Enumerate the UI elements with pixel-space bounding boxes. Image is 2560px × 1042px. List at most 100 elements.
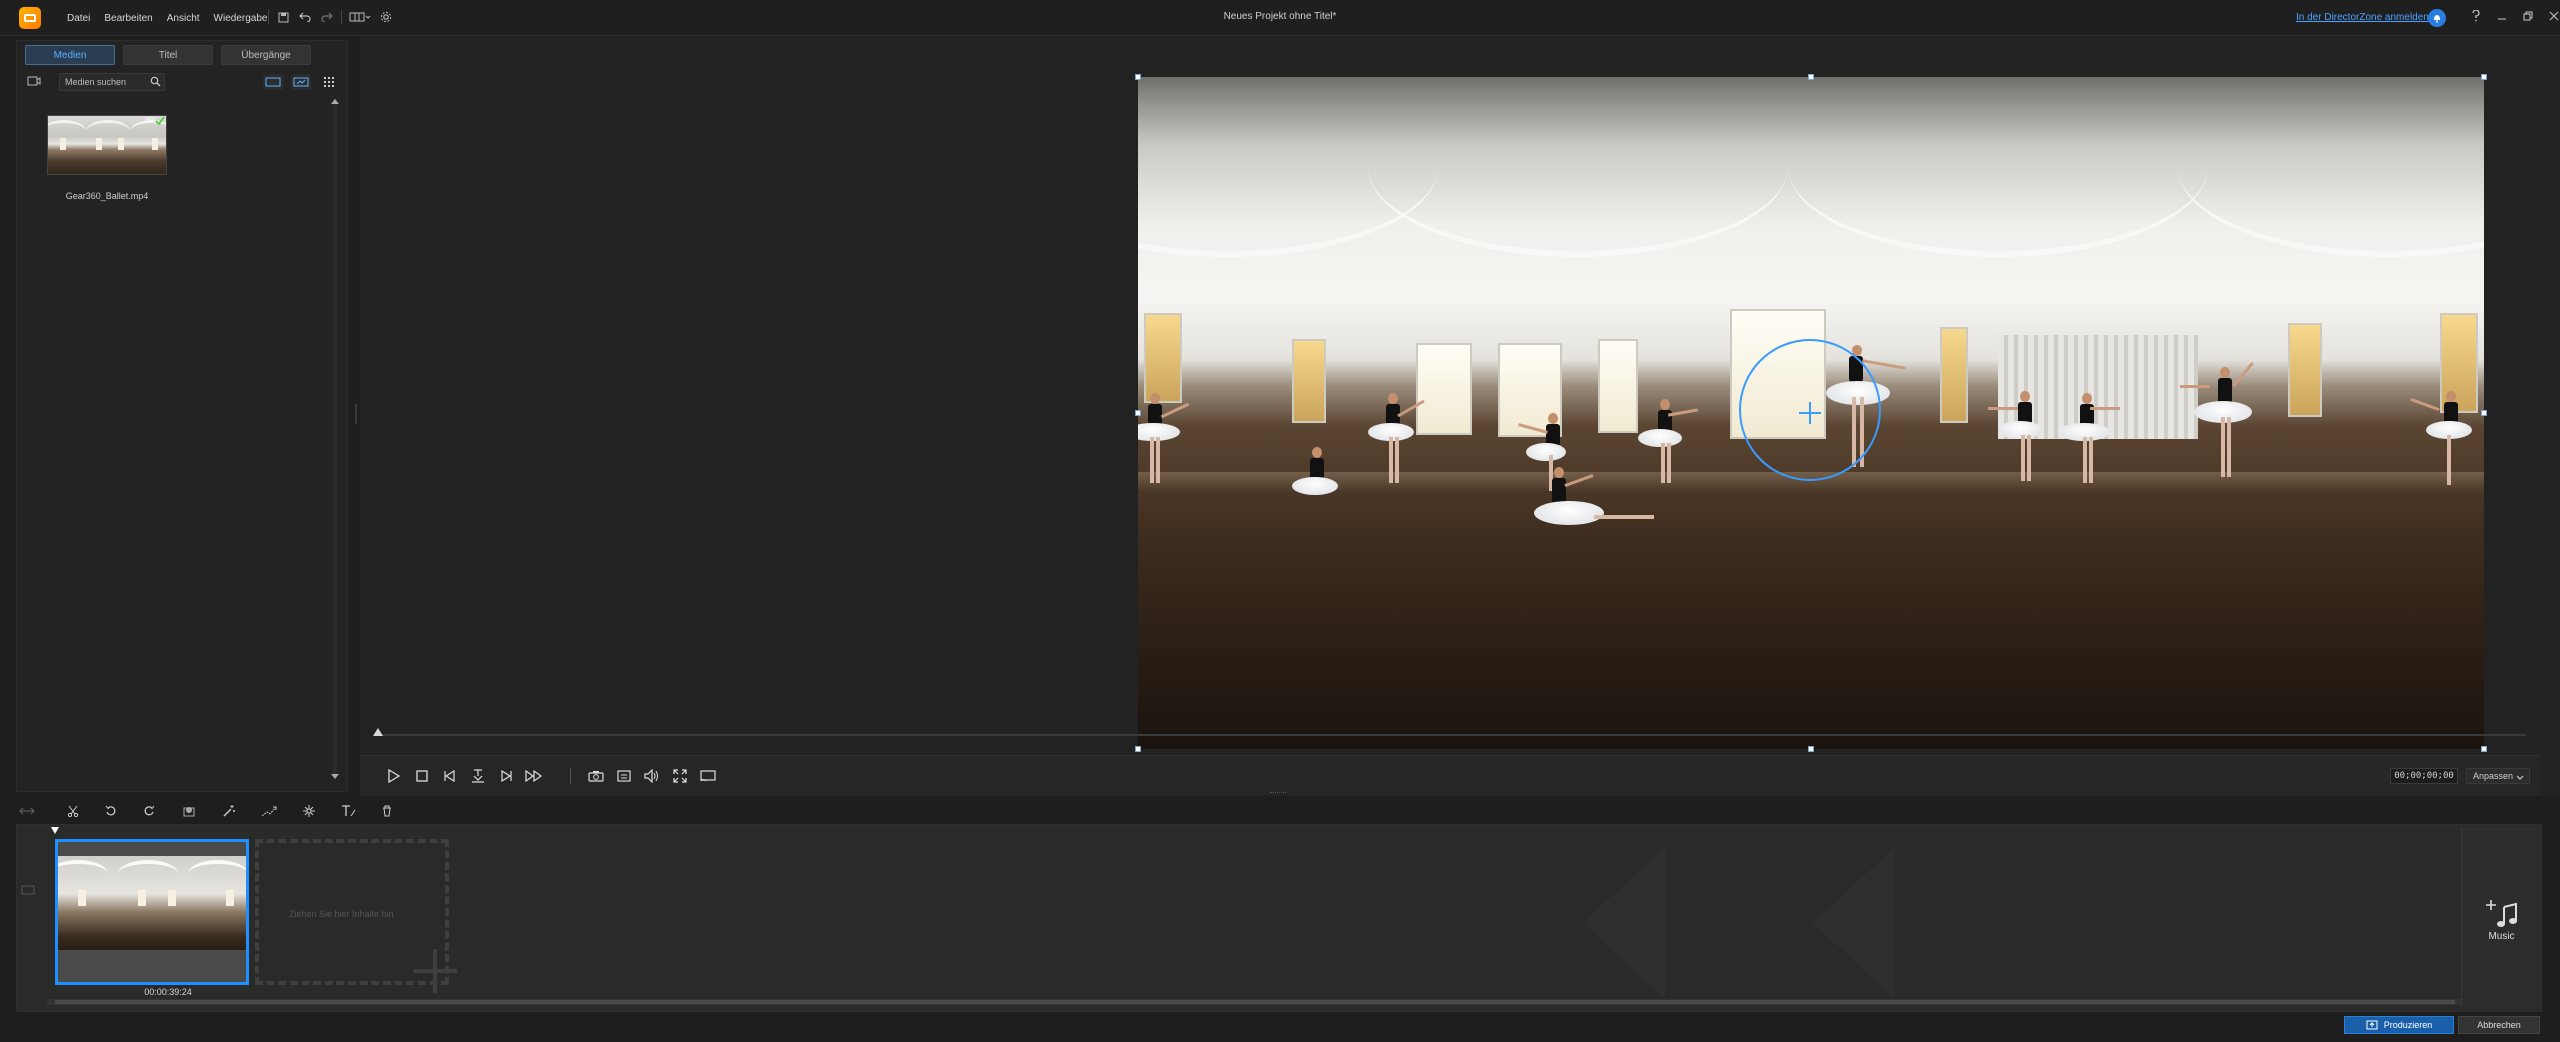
title-text-icon[interactable] bbox=[340, 802, 358, 820]
drop-hint-text: Ziehen Sie hier Inhalte hin bbox=[289, 909, 394, 919]
view-mode-toggles bbox=[263, 74, 339, 90]
zoom-fit-dropdown[interactable]: Anpassen bbox=[2466, 768, 2530, 784]
app-logo-icon[interactable] bbox=[19, 7, 41, 29]
toolbar-divider bbox=[341, 10, 342, 24]
media-library-panel: Medien Titel Übergänge Medien suchen 360… bbox=[16, 40, 348, 792]
undo-icon[interactable] bbox=[297, 9, 313, 25]
menu-bar: Datei Bearbeiten Ansicht Wiedergabe bbox=[60, 0, 274, 36]
controls-divider bbox=[570, 768, 571, 784]
horizontal-splitter[interactable] bbox=[1270, 792, 1286, 795]
previous-frame-icon[interactable] bbox=[440, 766, 460, 786]
delete-trash-icon[interactable] bbox=[378, 802, 396, 820]
menu-bearbeiten[interactable]: Bearbeiten bbox=[97, 13, 159, 24]
subtitles-icon[interactable] bbox=[614, 766, 634, 786]
rotate-right-icon[interactable] bbox=[140, 802, 158, 820]
resize-handle[interactable] bbox=[1135, 410, 1141, 416]
menu-wiedergabe[interactable]: Wiedergabe bbox=[207, 13, 275, 24]
media-filename: Gear360_Ballet.mp4 bbox=[65, 191, 149, 201]
magic-tools-icon[interactable] bbox=[220, 802, 238, 820]
fast-forward-icon[interactable] bbox=[524, 766, 544, 786]
play-icon[interactable] bbox=[384, 766, 404, 786]
drop-target-slot[interactable]: Ziehen Sie hier Inhalte hin bbox=[255, 839, 457, 993]
resize-handle[interactable] bbox=[1808, 746, 1814, 752]
stop-icon[interactable] bbox=[412, 766, 432, 786]
library-toolbar bbox=[25, 73, 345, 93]
add-music-button[interactable]: Music bbox=[2461, 827, 2541, 1009]
timeline-scrollbar[interactable] bbox=[47, 999, 2465, 1005]
in-use-check-icon bbox=[155, 116, 165, 128]
toolbar-divider bbox=[268, 10, 269, 24]
background-chevron bbox=[1813, 847, 1895, 999]
volume-icon[interactable] bbox=[642, 766, 662, 786]
music-label: Music bbox=[2488, 930, 2515, 942]
export-icon bbox=[2366, 1020, 2378, 1030]
tab-titles[interactable]: Titel bbox=[123, 45, 213, 65]
cancel-button[interactable]: Abbrechen bbox=[2458, 1016, 2540, 1034]
produce-button[interactable]: Produzieren bbox=[2344, 1016, 2454, 1034]
resize-handle[interactable] bbox=[2481, 74, 2487, 80]
timeline-playhead[interactable] bbox=[51, 827, 59, 834]
playback-controls: 00;00;00;00 Anpassen bbox=[360, 755, 2540, 795]
add-plus-icon bbox=[433, 949, 437, 993]
timeline-toolbar bbox=[16, 800, 2556, 822]
external-display-icon[interactable] bbox=[698, 766, 718, 786]
snapshot-camera-icon[interactable] bbox=[586, 766, 606, 786]
resize-handle[interactable] bbox=[2481, 746, 2487, 752]
mask-icon[interactable] bbox=[180, 802, 198, 820]
next-frame-icon[interactable] bbox=[496, 766, 516, 786]
restore-icon[interactable] bbox=[2522, 9, 2534, 23]
layout-dropdown-icon[interactable] bbox=[348, 9, 372, 25]
effects-sparkle-icon[interactable] bbox=[300, 802, 318, 820]
panel-splitter[interactable] bbox=[355, 404, 357, 424]
produce-label: Produzieren bbox=[2383, 1020, 2433, 1030]
timeline-scroll-thumb[interactable] bbox=[55, 1000, 2455, 1004]
redo-icon[interactable] bbox=[319, 9, 335, 25]
clip-thumbnail bbox=[58, 856, 246, 950]
timeline-mode-icon[interactable] bbox=[18, 802, 36, 820]
rotate-left-icon[interactable] bbox=[102, 802, 120, 820]
scrubber-head[interactable] bbox=[373, 728, 383, 736]
zoom-fit-label: Anpassen bbox=[2473, 771, 2514, 781]
media-thumbnail[interactable]: 360 bbox=[47, 115, 167, 175]
large-thumbnail-view-icon[interactable] bbox=[263, 74, 283, 90]
resize-handle[interactable] bbox=[1135, 74, 1141, 80]
media-search-input[interactable] bbox=[60, 74, 144, 90]
preview-scrubber[interactable] bbox=[376, 734, 2526, 736]
help-icon[interactable] bbox=[2470, 9, 2482, 23]
resize-handle[interactable] bbox=[1135, 746, 1141, 752]
split-scissors-icon[interactable] bbox=[64, 802, 82, 820]
split-marker-icon[interactable] bbox=[468, 766, 488, 786]
detail-view-icon[interactable] bbox=[291, 74, 311, 90]
chevron-down-icon bbox=[2516, 773, 2524, 783]
save-icon[interactable] bbox=[275, 9, 291, 25]
directorzone-signin-link[interactable]: In der DirectorZone anmelden bbox=[2296, 12, 2429, 23]
quick-toolbar bbox=[268, 9, 394, 25]
motion-path-icon[interactable] bbox=[260, 802, 278, 820]
library-scrollbar[interactable] bbox=[333, 99, 337, 775]
tab-media[interactable]: Medien bbox=[25, 45, 115, 65]
window-controls bbox=[2470, 9, 2560, 23]
video-preview[interactable] bbox=[1138, 77, 2484, 749]
music-note-icon bbox=[2485, 899, 2517, 927]
menu-ansicht[interactable]: Ansicht bbox=[160, 13, 207, 24]
resize-handle[interactable] bbox=[2481, 410, 2487, 416]
fullscreen-icon[interactable] bbox=[670, 766, 690, 786]
import-media-icon[interactable] bbox=[27, 75, 41, 90]
scroll-down-arrow-icon[interactable] bbox=[331, 774, 339, 779]
notification-bell-icon[interactable] bbox=[2428, 9, 2446, 27]
grid-view-icon[interactable] bbox=[319, 74, 339, 90]
resize-handle[interactable] bbox=[1808, 74, 1814, 80]
scroll-up-arrow-icon[interactable] bbox=[331, 99, 339, 104]
menu-datei[interactable]: Datei bbox=[60, 13, 97, 24]
search-icon[interactable] bbox=[150, 76, 161, 90]
close-icon[interactable] bbox=[2548, 9, 2560, 23]
media-item[interactable]: 360 Gear360_Ballet.mp4 bbox=[47, 115, 167, 201]
tab-transitions[interactable]: Übergänge bbox=[221, 45, 311, 65]
minimize-icon[interactable] bbox=[2496, 9, 2508, 23]
background-chevron bbox=[1583, 847, 1665, 999]
title-bar: Datei Bearbeiten Ansicht Wiedergabe Neue… bbox=[0, 0, 2560, 36]
track-lock-icon[interactable] bbox=[21, 885, 35, 898]
settings-gear-icon[interactable] bbox=[378, 9, 394, 25]
timecode-display[interactable]: 00;00;00;00 bbox=[2390, 768, 2458, 784]
video-clip[interactable] bbox=[55, 839, 249, 985]
